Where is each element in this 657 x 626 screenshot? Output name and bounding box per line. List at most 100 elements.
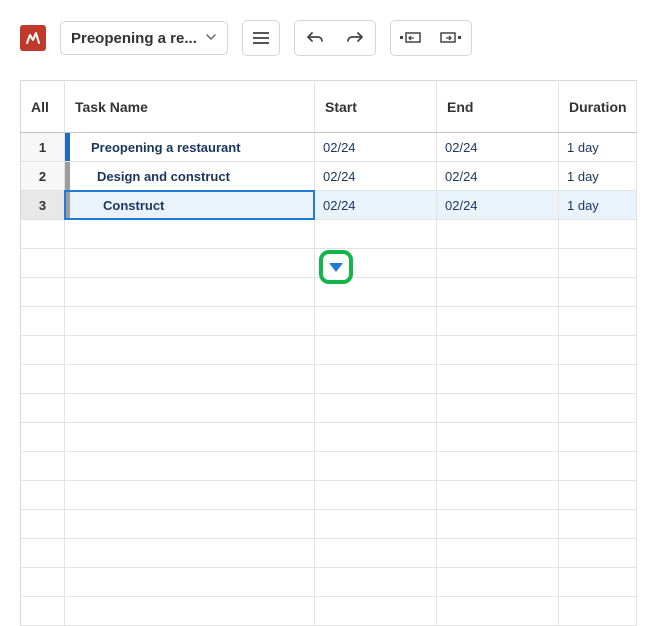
- empty-cell[interactable]: [437, 452, 559, 481]
- empty-cell[interactable]: [559, 452, 637, 481]
- empty-row[interactable]: [21, 394, 637, 423]
- task-cell[interactable]: Design and construct: [65, 162, 315, 191]
- empty-cell[interactable]: [437, 394, 559, 423]
- empty-cell[interactable]: [21, 481, 65, 510]
- empty-cell[interactable]: [559, 510, 637, 539]
- empty-cell[interactable]: [65, 365, 315, 394]
- empty-cell[interactable]: [559, 597, 637, 626]
- empty-cell[interactable]: [65, 336, 315, 365]
- end-cell[interactable]: 02/24: [437, 162, 559, 191]
- table-row[interactable]: 1Preopening a restaurant02/2402/241 day: [21, 133, 637, 162]
- task-cell[interactable]: Construct: [65, 191, 315, 220]
- redo-button[interactable]: [335, 21, 375, 55]
- row-number[interactable]: 3: [21, 191, 65, 220]
- start-cell[interactable]: 02/24: [315, 133, 437, 162]
- empty-cell[interactable]: [315, 568, 437, 597]
- start-cell[interactable]: 02/24: [315, 191, 437, 220]
- empty-cell[interactable]: [65, 481, 315, 510]
- table-row[interactable]: 3Construct02/2402/241 day: [21, 191, 637, 220]
- empty-cell[interactable]: [437, 510, 559, 539]
- empty-cell[interactable]: [315, 452, 437, 481]
- empty-row[interactable]: [21, 365, 637, 394]
- empty-cell[interactable]: [437, 481, 559, 510]
- row-dropdown-handle[interactable]: [319, 250, 353, 284]
- empty-cell[interactable]: [315, 365, 437, 394]
- task-handle[interactable]: [65, 162, 70, 190]
- empty-cell[interactable]: [21, 597, 65, 626]
- empty-cell[interactable]: [21, 220, 65, 249]
- empty-cell[interactable]: [559, 249, 637, 278]
- end-cell[interactable]: 02/24: [437, 191, 559, 220]
- row-number[interactable]: 2: [21, 162, 65, 191]
- empty-row[interactable]: [21, 336, 637, 365]
- duration-cell[interactable]: 1 day: [559, 191, 637, 220]
- duration-cell[interactable]: 1 day: [559, 162, 637, 191]
- start-cell[interactable]: 02/24: [315, 162, 437, 191]
- col-header-all[interactable]: All: [21, 81, 65, 133]
- col-header-start[interactable]: Start: [315, 81, 437, 133]
- empty-row[interactable]: [21, 481, 637, 510]
- table-row[interactable]: 2Design and construct02/2402/241 day: [21, 162, 637, 191]
- empty-cell[interactable]: [65, 510, 315, 539]
- empty-cell[interactable]: [315, 307, 437, 336]
- empty-cell[interactable]: [21, 423, 65, 452]
- empty-cell[interactable]: [559, 307, 637, 336]
- empty-cell[interactable]: [65, 423, 315, 452]
- empty-cell[interactable]: [437, 597, 559, 626]
- empty-cell[interactable]: [21, 452, 65, 481]
- empty-cell[interactable]: [437, 568, 559, 597]
- task-handle[interactable]: [65, 133, 70, 161]
- empty-cell[interactable]: [315, 510, 437, 539]
- empty-cell[interactable]: [65, 597, 315, 626]
- empty-cell[interactable]: [21, 249, 65, 278]
- menu-button[interactable]: [242, 20, 280, 56]
- document-title-dropdown[interactable]: Preopening a re...: [60, 21, 228, 55]
- empty-cell[interactable]: [315, 539, 437, 568]
- empty-cell[interactable]: [437, 249, 559, 278]
- empty-cell[interactable]: [21, 278, 65, 307]
- empty-row[interactable]: [21, 452, 637, 481]
- empty-row[interactable]: [21, 510, 637, 539]
- empty-cell[interactable]: [65, 278, 315, 307]
- empty-cell[interactable]: [65, 249, 315, 278]
- empty-cell[interactable]: [65, 568, 315, 597]
- empty-cell[interactable]: [559, 336, 637, 365]
- empty-cell[interactable]: [21, 307, 65, 336]
- empty-cell[interactable]: [437, 278, 559, 307]
- empty-cell[interactable]: [65, 220, 315, 249]
- empty-row[interactable]: [21, 568, 637, 597]
- duration-cell[interactable]: 1 day: [559, 133, 637, 162]
- empty-row[interactable]: [21, 539, 637, 568]
- empty-cell[interactable]: [559, 365, 637, 394]
- empty-cell[interactable]: [315, 481, 437, 510]
- empty-cell[interactable]: [315, 220, 437, 249]
- empty-cell[interactable]: [559, 394, 637, 423]
- empty-cell[interactable]: [315, 597, 437, 626]
- empty-row[interactable]: [21, 220, 637, 249]
- empty-row[interactable]: [21, 597, 637, 626]
- empty-cell[interactable]: [559, 278, 637, 307]
- empty-cell[interactable]: [315, 423, 437, 452]
- empty-cell[interactable]: [437, 365, 559, 394]
- empty-cell[interactable]: [437, 539, 559, 568]
- empty-cell[interactable]: [559, 220, 637, 249]
- empty-cell[interactable]: [21, 568, 65, 597]
- empty-cell[interactable]: [437, 220, 559, 249]
- empty-cell[interactable]: [437, 336, 559, 365]
- empty-cell[interactable]: [65, 394, 315, 423]
- empty-cell[interactable]: [315, 336, 437, 365]
- task-cell[interactable]: Preopening a restaurant: [65, 133, 315, 162]
- empty-cell[interactable]: [65, 452, 315, 481]
- undo-button[interactable]: [295, 21, 335, 55]
- empty-cell[interactable]: [65, 307, 315, 336]
- empty-cell[interactable]: [437, 307, 559, 336]
- empty-cell[interactable]: [559, 423, 637, 452]
- empty-row[interactable]: [21, 307, 637, 336]
- empty-cell[interactable]: [21, 336, 65, 365]
- empty-cell[interactable]: [21, 510, 65, 539]
- col-header-task[interactable]: Task Name: [65, 81, 315, 133]
- empty-cell[interactable]: [437, 423, 559, 452]
- empty-cell[interactable]: [21, 365, 65, 394]
- empty-cell[interactable]: [559, 539, 637, 568]
- empty-cell[interactable]: [65, 539, 315, 568]
